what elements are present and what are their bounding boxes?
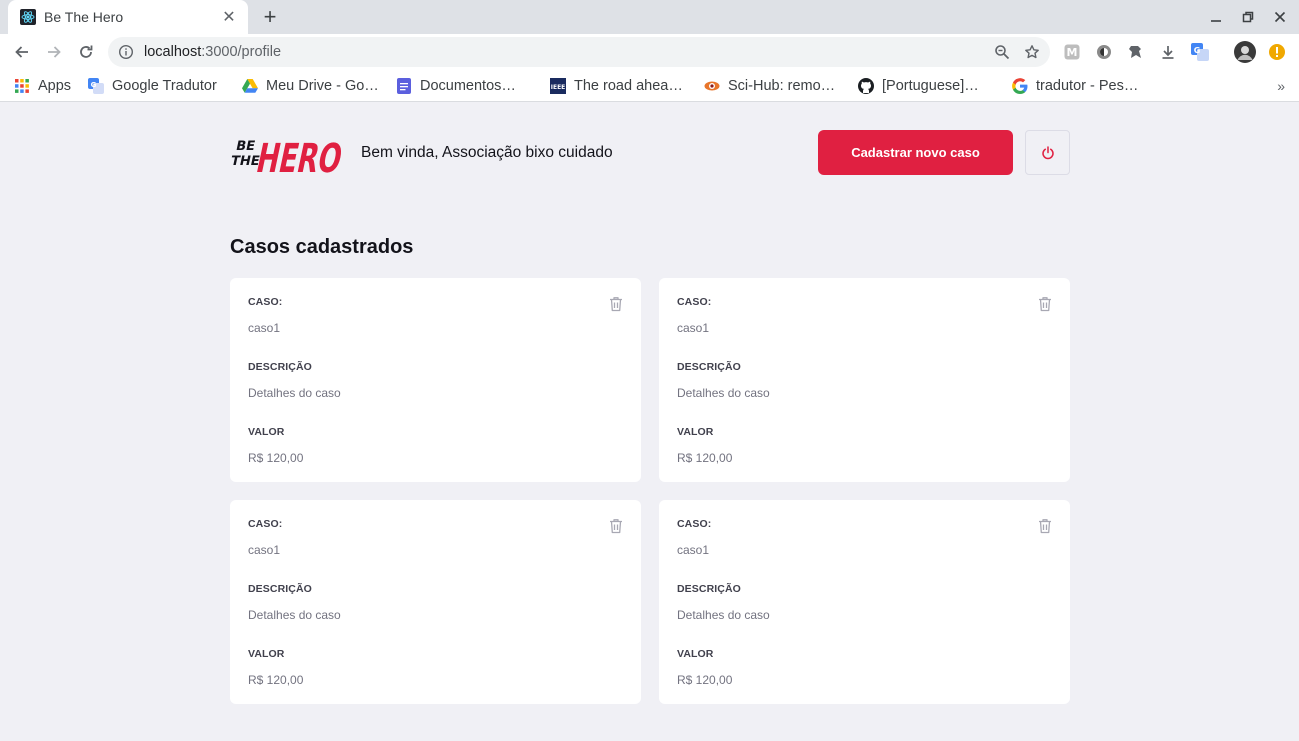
bookmark-google-tradutor[interactable]: G Google Tradutor: [88, 75, 217, 97]
case-title: caso1: [677, 321, 710, 335]
case-value: R$ 120,00: [677, 451, 733, 465]
svg-text:M: M: [1067, 46, 1078, 59]
trash-icon[interactable]: [1038, 296, 1052, 312]
trash-icon[interactable]: [609, 518, 623, 534]
new-case-button[interactable]: Cadastrar novo caso: [818, 130, 1013, 175]
extension-m-icon[interactable]: M: [1062, 42, 1082, 62]
logout-button[interactable]: [1025, 130, 1070, 175]
case-description: Detalhes do caso: [677, 386, 770, 400]
case-card: CASO: caso1 DESCRIÇÃO Detalhes do caso V…: [659, 278, 1070, 482]
google-icon: [1012, 78, 1028, 94]
cases-list: CASO: caso1 DESCRIÇÃO Detalhes do caso V…: [230, 278, 1070, 704]
bookmark-label: Apps: [38, 78, 72, 94]
react-icon: [20, 9, 36, 25]
case-card: CASO: caso1 DESCRIÇÃO Detalhes do caso V…: [659, 500, 1070, 704]
bookmark-label: [Portuguese]…: [882, 78, 979, 94]
case-label: CASO:: [677, 518, 712, 530]
svg-text:IEEE: IEEE: [551, 84, 566, 91]
description-label: DESCRIÇÃO: [248, 361, 312, 373]
case-value: R$ 120,00: [248, 673, 304, 687]
browser-toolbar: localhost:3000/profile M G: [0, 34, 1299, 70]
case-title: caso1: [677, 543, 710, 557]
svg-text:BE: BE: [234, 139, 256, 154]
be-the-hero-logo: BE THE HERO: [230, 134, 344, 178]
svg-text:G: G: [91, 81, 97, 89]
url-host: localhost: [144, 44, 202, 60]
browser-tab[interactable]: Be The Hero ✕: [8, 0, 248, 34]
page-title: Casos cadastrados: [230, 236, 414, 258]
google-drive-icon: [242, 78, 258, 94]
description-label: DESCRIÇÃO: [248, 583, 312, 595]
info-icon[interactable]: [118, 44, 134, 60]
bookmarks-overflow-icon[interactable]: »: [1277, 78, 1285, 94]
value-label: VALOR: [677, 648, 714, 660]
bookmark-label: Meu Drive - Go…: [266, 78, 379, 94]
github-icon: [858, 78, 874, 94]
value-label: VALOR: [677, 426, 714, 438]
google-translate-icon: G: [88, 78, 104, 94]
reload-icon[interactable]: [74, 40, 98, 64]
scihub-icon: [704, 78, 720, 94]
bookmark-meu-drive[interactable]: Meu Drive - Go…: [242, 75, 379, 97]
case-value: R$ 120,00: [248, 451, 304, 465]
value-label: VALOR: [248, 426, 285, 438]
bookmark-label: The road ahea…: [574, 78, 683, 94]
bookmark-documentos[interactable]: Documentos…: [396, 75, 516, 97]
bookmark-scihub[interactable]: Sci-Hub: remo…: [704, 75, 835, 97]
url-text: localhost:3000/profile: [144, 44, 994, 60]
bookmark-label: Documentos…: [420, 78, 516, 94]
bookmark-label: tradutor - Pes…: [1036, 78, 1139, 94]
svg-text:HERO: HERO: [253, 134, 344, 178]
update-alert-icon[interactable]: [1267, 42, 1287, 62]
bookmark-star-icon[interactable]: [1024, 44, 1040, 60]
power-icon: [1041, 145, 1054, 159]
bookmark-tradutor[interactable]: tradutor - Pes…: [1012, 75, 1138, 97]
bookmark-apps[interactable]: Apps: [14, 75, 71, 97]
case-value: R$ 120,00: [677, 673, 733, 687]
minimize-icon[interactable]: [1206, 7, 1226, 27]
download-icon[interactable]: [1158, 42, 1178, 62]
case-description: Detalhes do caso: [248, 386, 341, 400]
case-title: caso1: [248, 321, 281, 335]
description-label: DESCRIÇÃO: [677, 583, 741, 595]
profile-header: BE THE HERO Bem vinda, Associação bixo c…: [230, 130, 1070, 178]
extension-dark-mode-icon[interactable]: [1094, 42, 1114, 62]
bookmark-label: Sci-Hub: remo…: [728, 78, 836, 94]
case-card: CASO: caso1 DESCRIÇÃO Detalhes do caso V…: [230, 500, 641, 704]
case-label: CASO:: [677, 296, 712, 308]
case-label: CASO:: [248, 518, 283, 530]
url-path: :3000/profile: [201, 44, 282, 60]
restore-icon[interactable]: [1238, 7, 1258, 27]
bookmark-ieee[interactable]: IEEE The road ahea…: [550, 75, 683, 97]
google-translate-extension-icon[interactable]: G: [1190, 42, 1210, 62]
browser-tabstrip: Be The Hero ✕ +: [0, 0, 1299, 34]
case-description: Detalhes do caso: [677, 608, 770, 622]
description-label: DESCRIÇÃO: [677, 361, 741, 373]
value-label: VALOR: [248, 648, 285, 660]
welcome-text: Bem vinda, Associação bixo cuidado: [361, 144, 613, 161]
close-window-icon[interactable]: [1270, 7, 1290, 27]
google-docs-icon: [396, 78, 412, 94]
bookmark-label: Google Tradutor: [112, 78, 217, 94]
case-card: CASO: caso1 DESCRIÇÃO Detalhes do caso V…: [230, 278, 641, 482]
avatar[interactable]: [1234, 41, 1256, 63]
trash-icon[interactable]: [609, 296, 623, 312]
bookmark-portuguese[interactable]: [Portuguese]…: [858, 75, 979, 97]
new-tab-icon[interactable]: +: [258, 6, 282, 28]
ieee-icon: IEEE: [550, 78, 566, 94]
close-tab-icon[interactable]: ✕: [220, 8, 238, 26]
zoom-icon[interactable]: [994, 44, 1010, 60]
bookmarks-bar: Apps G Google Tradutor Meu Drive - Go… D…: [0, 70, 1299, 102]
back-icon[interactable]: [10, 40, 34, 64]
extension-shield-icon[interactable]: [1126, 42, 1146, 62]
tab-title: Be The Hero: [44, 9, 124, 25]
address-bar[interactable]: localhost:3000/profile: [108, 37, 1050, 67]
case-description: Detalhes do caso: [248, 608, 341, 622]
case-title: caso1: [248, 543, 281, 557]
apps-grid-icon: [14, 78, 30, 94]
svg-text:G: G: [1194, 46, 1201, 55]
trash-icon[interactable]: [1038, 518, 1052, 534]
case-label: CASO:: [248, 296, 283, 308]
forward-icon[interactable]: [42, 40, 66, 64]
